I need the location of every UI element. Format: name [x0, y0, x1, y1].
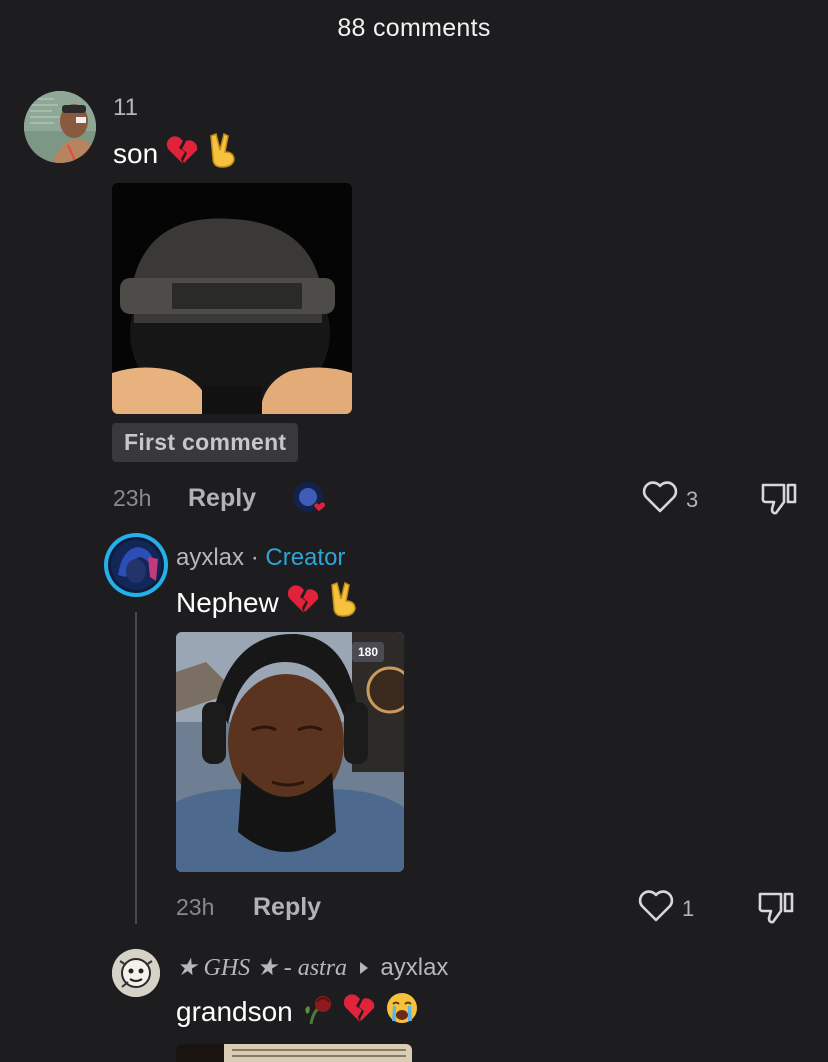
- comment-image-partial[interactable]: [176, 1044, 412, 1062]
- wilted-rose-icon: [301, 990, 335, 1033]
- thumbs-down-icon: [760, 483, 798, 520]
- comment-text-value: grandson: [176, 995, 293, 1027]
- comment-text: grandson: [176, 990, 419, 1033]
- reply-button[interactable]: Reply: [253, 893, 321, 922]
- like-button[interactable]: 1: [638, 890, 694, 927]
- thread-line: [135, 612, 137, 924]
- broken-heart-icon: [343, 993, 377, 1030]
- comment-video-thumbnail[interactable]: 180: [176, 632, 404, 872]
- avatar[interactable]: [24, 91, 96, 163]
- like-button[interactable]: 3: [642, 481, 698, 518]
- dislike-button[interactable]: [760, 480, 798, 521]
- comment-time: 23h: [176, 894, 215, 920]
- thumbs-down-icon: [757, 892, 795, 929]
- comment-username[interactable]: ★ GHS ★ - astra: [176, 955, 347, 981]
- comment-text-value: son: [113, 137, 159, 169]
- comments-count-title: 88 comments: [337, 14, 491, 42]
- like-count: 1: [682, 895, 695, 921]
- comment-gif-image[interactable]: [112, 183, 352, 414]
- creator-label: Creator: [265, 544, 346, 571]
- comment-text: son: [113, 132, 238, 175]
- broken-heart-icon: [287, 584, 321, 621]
- comment-text-value: Nephew: [176, 586, 279, 618]
- heart-outline-icon: [642, 481, 678, 518]
- video-overlay-number: 180: [357, 645, 379, 659]
- reply-to-username[interactable]: ayxlax: [380, 954, 448, 981]
- avatar[interactable]: [112, 949, 160, 997]
- username-separator: ·: [250, 544, 259, 571]
- creator-avatar[interactable]: [104, 533, 168, 597]
- comments-panel: 88 comments 11 son First comment 23h Rep…: [0, 0, 828, 1062]
- first-comment-badge: First comment: [112, 423, 299, 462]
- comment-username-row: ayxlax · Creator: [176, 544, 345, 572]
- comment-username[interactable]: ayxlax: [176, 544, 244, 571]
- victory-hand-icon: [329, 581, 359, 624]
- broken-heart-icon: [166, 135, 200, 172]
- comment-time: 23h: [113, 485, 152, 511]
- dislike-button[interactable]: [757, 889, 795, 930]
- comment-username-row: ★ GHS ★ - astra ayxlax: [176, 953, 448, 983]
- crying-face-icon: [385, 991, 419, 1032]
- creator-liked-avatar: [292, 481, 327, 515]
- victory-hand-icon: [208, 132, 238, 175]
- comment-username[interactable]: 11: [113, 94, 138, 122]
- comment-text: Nephew: [176, 581, 359, 624]
- heart-outline-icon: [638, 890, 674, 927]
- like-count: 3: [686, 486, 699, 512]
- reply-button[interactable]: Reply: [188, 484, 256, 513]
- caret-right-icon: [358, 955, 370, 983]
